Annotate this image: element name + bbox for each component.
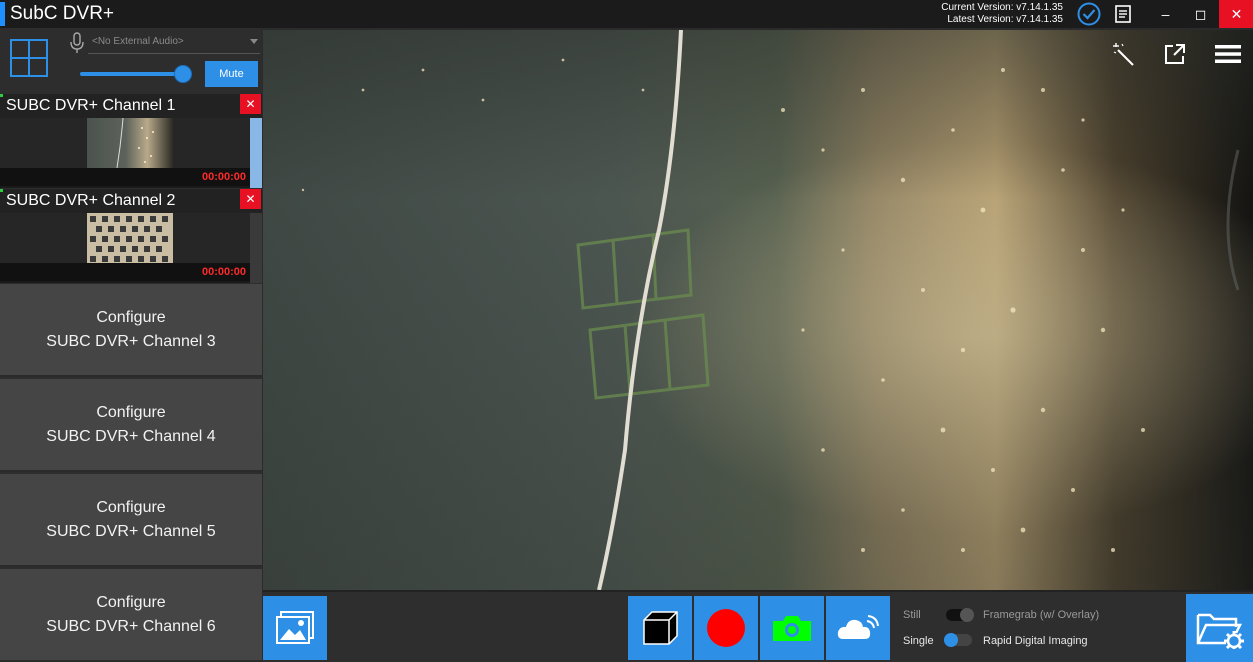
chevron-down-icon	[250, 39, 258, 44]
channel-scrollbar[interactable]	[250, 118, 262, 188]
configure-label: Configure	[96, 403, 166, 421]
configure-channel-6-button[interactable]: Configure SUBC DVR+ Channel 6	[0, 569, 262, 662]
hamburger-menu-icon[interactable]	[1215, 44, 1241, 64]
magic-wand-icon[interactable]	[1112, 42, 1136, 66]
folder-gear-icon	[1196, 613, 1244, 649]
recording-timecode: 00:00:00	[201, 266, 246, 278]
gallery-button[interactable]	[263, 596, 327, 660]
release-notes-icon[interactable]	[1113, 4, 1133, 24]
cloud-upload-button[interactable]	[826, 596, 890, 660]
version-info: Current Version: v7.14.1.35 Latest Versi…	[941, 2, 1063, 26]
current-version: Current Version: v7.14.1.35	[941, 2, 1063, 13]
record-icon	[707, 609, 745, 647]
still-mode-label: Still	[903, 609, 921, 621]
title-accent	[0, 2, 5, 26]
channel-scrollbar[interactable]	[250, 213, 262, 283]
configure-label: Configure	[96, 498, 166, 516]
audio-source-select[interactable]: <No External Audio>	[88, 32, 260, 54]
mute-button[interactable]: Mute	[205, 61, 258, 87]
maximize-button[interactable]: ◻	[1183, 0, 1218, 28]
cloud-wifi-icon	[837, 615, 879, 639]
configure-channel-name: SUBC DVR+ Channel 5	[46, 522, 216, 540]
minimize-button[interactable]: –	[1148, 0, 1183, 28]
configure-channel-4-button[interactable]: Configure SUBC DVR+ Channel 4	[0, 379, 262, 472]
snapshot-button[interactable]	[760, 596, 824, 660]
channel-tile-1[interactable]: SUBC DVR+ Channel 1 ✕ 00:00:00	[0, 94, 262, 188]
close-button[interactable]: ✕	[1219, 0, 1253, 28]
configure-channel-name: SUBC DVR+ Channel 3	[46, 332, 216, 350]
framegrab-toggle[interactable]	[946, 608, 974, 622]
volume-slider[interactable]	[80, 65, 192, 83]
rdi-label: Rapid Digital Imaging	[983, 635, 1088, 647]
audio-source-value: <No External Audio>	[92, 36, 184, 47]
active-indicator	[0, 189, 3, 192]
image-gallery-icon	[276, 611, 314, 644]
layout-grid-icon[interactable]	[9, 38, 49, 78]
configure-channel-name: SUBC DVR+ Channel 4	[46, 427, 216, 445]
single-mode-label: Single	[903, 635, 934, 647]
channel-sidebar: <No External Audio> Mute SUBC DVR+ Chann…	[0, 28, 262, 662]
channel-name: SUBC DVR+ Channel 2	[6, 192, 176, 209]
record-button[interactable]	[694, 596, 758, 660]
channel-tile-2[interactable]: SUBC DVR+ Channel 2 ✕ 00:00:00	[0, 189, 262, 283]
configure-channel-name: SUBC DVR+ Channel 6	[46, 617, 216, 635]
active-indicator	[0, 94, 3, 97]
live-video-feed[interactable]	[263, 30, 1253, 590]
3d-model-button[interactable]	[628, 596, 692, 660]
volume-slider-track	[80, 72, 183, 76]
microphone-icon	[70, 32, 84, 53]
channel-thumbnail	[87, 213, 173, 263]
app-title: SubC DVR+	[10, 3, 115, 24]
configure-label: Configure	[96, 308, 166, 326]
toggle-knob	[944, 633, 958, 647]
rdi-toggle[interactable]	[944, 633, 972, 647]
latest-version: Latest Version: v7.14.1.35	[947, 14, 1063, 25]
toggle-knob	[960, 608, 974, 622]
update-check-icon[interactable]	[1076, 2, 1102, 26]
popout-icon[interactable]	[1163, 42, 1187, 66]
camera-icon	[773, 616, 811, 641]
title-bar: SubC DVR+ Current Version: v7.14.1.35 La…	[0, 0, 1253, 28]
framegrab-label: Framegrab (w/ Overlay)	[983, 609, 1100, 621]
configure-channel-5-button[interactable]: Configure SUBC DVR+ Channel 5	[0, 474, 262, 567]
volume-slider-thumb[interactable]	[174, 65, 192, 83]
close-channel-button[interactable]: ✕	[240, 94, 261, 114]
configure-label: Configure	[96, 593, 166, 611]
recording-timecode: 00:00:00	[201, 171, 246, 183]
channel-name: SUBC DVR+ Channel 1	[6, 97, 176, 114]
settings-folder-button[interactable]	[1186, 594, 1253, 662]
configure-channel-3-button[interactable]: Configure SUBC DVR+ Channel 3	[0, 284, 262, 377]
channel-thumbnail	[87, 118, 173, 168]
underwater-scene	[263, 30, 1253, 590]
close-channel-button[interactable]: ✕	[240, 189, 261, 209]
cube-icon	[643, 611, 678, 645]
capture-toolbar	[263, 590, 1253, 662]
subc-dvr-window: SubC DVR+ Current Version: v7.14.1.35 La…	[0, 0, 1253, 662]
